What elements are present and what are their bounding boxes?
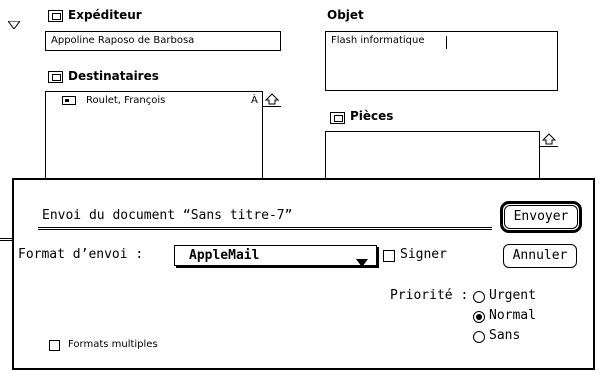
title-underline xyxy=(38,227,492,230)
scroll-up-arrow-icon[interactable] xyxy=(263,91,281,107)
priority-normal-label: Normal xyxy=(489,308,536,323)
send-button-frame: Envoyer xyxy=(500,201,582,233)
priority-sans-radio[interactable] xyxy=(473,331,485,343)
priority-urgent-radio[interactable] xyxy=(473,291,485,303)
collapse-triangle-icon[interactable] xyxy=(7,14,21,33)
sign-label: Signer xyxy=(400,247,447,262)
subject-field[interactable]: Flash informatique xyxy=(325,31,558,91)
recipients-list[interactable]: Roulet, François À xyxy=(45,91,281,182)
priority-normal-radio[interactable] xyxy=(473,311,485,323)
attachments-list[interactable] xyxy=(325,131,558,182)
recipients-icon xyxy=(48,71,63,83)
priority-sans-label: Sans xyxy=(489,328,521,343)
attachments-label: Pièces xyxy=(350,109,394,123)
format-label: Format d’envoi : xyxy=(18,247,144,262)
recipient-marker: À xyxy=(251,95,258,106)
sign-checkbox[interactable] xyxy=(383,250,395,262)
format-popup[interactable]: AppleMail xyxy=(174,245,377,267)
attachments-icon xyxy=(330,112,345,124)
recipient-name: Roulet, François xyxy=(86,95,166,106)
dialog-title: Envoi du document “Sans titre-7” xyxy=(42,208,293,223)
sender-field[interactable]: Appoline Raposo de Barbosa xyxy=(45,31,281,51)
subject-label: Objet xyxy=(327,8,364,22)
attachments-scrollbar[interactable] xyxy=(539,131,558,182)
recipients-scrollbar[interactable] xyxy=(262,91,281,182)
sender-icon xyxy=(48,10,63,22)
recipients-label: Destinataires xyxy=(68,69,159,83)
scroll-up-arrow-icon[interactable] xyxy=(540,131,558,147)
contact-card-icon xyxy=(62,96,76,105)
list-item[interactable]: Roulet, François À xyxy=(46,92,262,110)
popup-arrow-icon xyxy=(356,252,368,271)
sender-label: Expéditeur xyxy=(68,8,142,22)
send-button[interactable]: Envoyer xyxy=(504,205,578,229)
priority-label: Priorité : xyxy=(390,288,469,303)
cancel-button[interactable]: Annuler xyxy=(503,244,577,268)
send-dialog: Envoi du document “Sans titre-7” Envoyer… xyxy=(12,178,595,370)
multiple-formats-label: Formats multiples xyxy=(68,339,158,350)
divider xyxy=(0,238,12,241)
text-cursor xyxy=(446,36,447,49)
subject-value: Flash informatique xyxy=(331,35,425,46)
message-form: Expéditeur Appoline Raposo de Barbosa Ob… xyxy=(0,0,603,241)
multiple-formats-checkbox[interactable] xyxy=(49,340,60,351)
sender-value: Appoline Raposo de Barbosa xyxy=(51,35,195,46)
priority-urgent-label: Urgent xyxy=(489,288,536,303)
format-selected: AppleMail xyxy=(189,248,260,263)
